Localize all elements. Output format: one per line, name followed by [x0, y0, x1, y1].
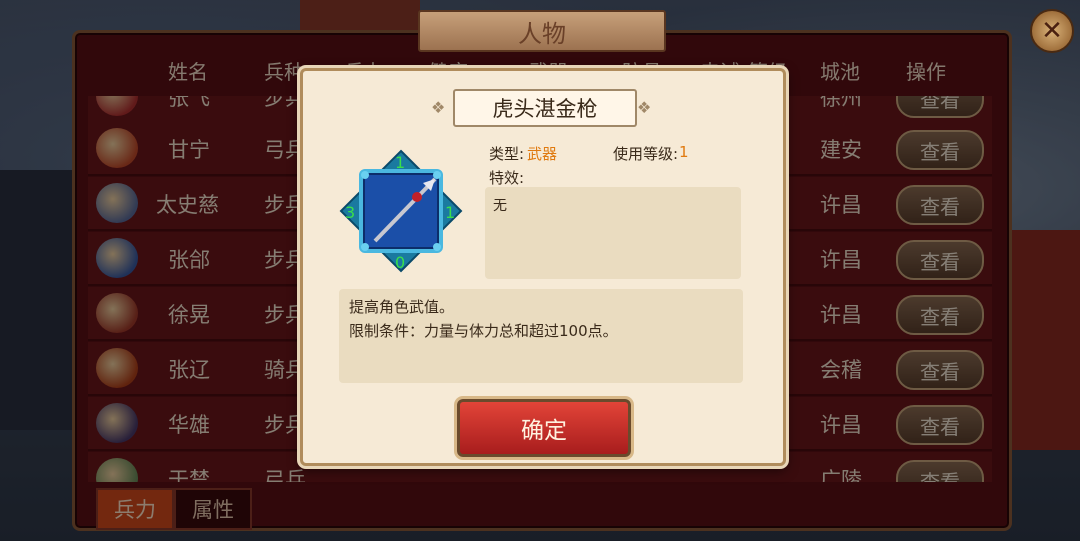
stat-left: 3	[345, 203, 356, 222]
effect-box: 无	[485, 187, 741, 279]
title-ornament-right-icon: ❖	[637, 98, 652, 117]
title-ornament-left-icon: ❖	[431, 98, 446, 117]
level-label: 使用等级:	[613, 145, 679, 163]
description-line: 提高角色武值。	[349, 298, 455, 316]
close-icon: ✕	[1041, 16, 1063, 46]
stat-right: 1	[445, 203, 456, 222]
close-button[interactable]: ✕	[1030, 9, 1074, 53]
effect-label: 特效:	[489, 169, 525, 187]
description-box: 提高角色武值。 限制条件：力量与体力总和超过100点。	[339, 289, 743, 383]
description-line: 限制条件：力量与体力总和超过100点。	[349, 322, 618, 340]
item-detail-dialog: ❖ 虎头湛金枪 ❖ 1 1 0 3 类型: 武器 使用等级: 1 特效: 无 提…	[300, 68, 786, 466]
item-title: 虎头湛金枪	[453, 89, 637, 127]
confirm-button[interactable]: 确定	[457, 399, 631, 457]
stat-top: 1	[395, 153, 406, 172]
level-value: 1	[679, 143, 689, 161]
type-label: 类型:	[489, 145, 525, 163]
stat-bottom: 0	[395, 253, 406, 272]
effect-value: 无	[493, 198, 507, 214]
type-value: 武器	[527, 145, 558, 163]
panel-title: 人物	[418, 10, 666, 52]
